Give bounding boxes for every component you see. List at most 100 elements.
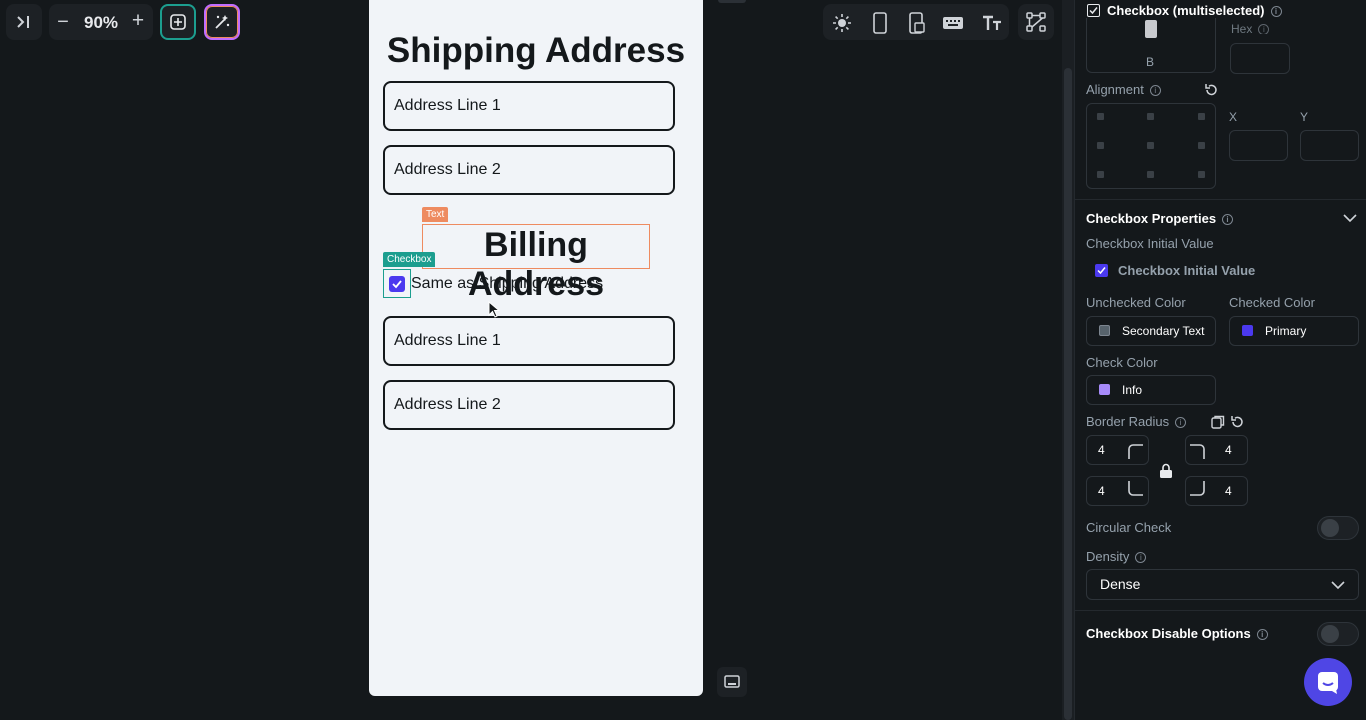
position-lock-icon[interactable]: [1145, 20, 1157, 38]
check-icon: [1097, 267, 1106, 275]
circular-check-toggle[interactable]: [1317, 516, 1359, 540]
checkbox-type-icon: [1087, 4, 1100, 17]
align-x-input[interactable]: [1229, 130, 1288, 161]
magic-wand-icon: [215, 15, 230, 29]
widget-tree-button[interactable]: [1018, 4, 1054, 40]
align-dot[interactable]: [1198, 113, 1205, 120]
phone-canvas: Shipping Address Address Line 1 Address …: [369, 0, 703, 696]
reset-icon[interactable]: [1230, 415, 1244, 429]
check-color-value: Info: [1122, 383, 1143, 397]
collapse-panel-button[interactable]: [6, 4, 42, 40]
text-scale-button[interactable]: [981, 12, 1003, 34]
chat-support-button[interactable]: [1304, 658, 1352, 706]
alignment-label-text: Alignment: [1086, 82, 1144, 97]
y-label: Y: [1300, 110, 1309, 124]
section-divider: [1074, 199, 1366, 200]
sun-icon: [833, 14, 851, 32]
align-dot[interactable]: [1097, 142, 1104, 149]
unchecked-color-swatch: [1099, 325, 1110, 336]
checkbox-properties-title[interactable]: Checkbox Properties i: [1086, 211, 1234, 226]
unchecked-color-label: Unchecked Color: [1086, 295, 1186, 310]
radius-bottom-left-value: 4: [1098, 484, 1105, 498]
radius-bottom-right-value: 4: [1225, 484, 1232, 498]
ai-gen-button[interactable]: [204, 4, 240, 40]
initial-value-label: Checkbox Initial Value: [1086, 236, 1214, 251]
shipping-line2-field[interactable]: Address Line 2: [383, 145, 675, 195]
billing-line1-field[interactable]: Address Line 1: [383, 316, 675, 366]
radius-top-right-value: 4: [1225, 443, 1232, 457]
align-dot[interactable]: [1097, 113, 1104, 120]
panel-header-title: Checkbox (multiselected) i: [1107, 3, 1282, 18]
align-dot[interactable]: [1147, 171, 1154, 178]
zoom-in-button[interactable]: +: [129, 9, 147, 32]
keyboard-toggle-button[interactable]: [941, 12, 965, 34]
phone-preview-button[interactable]: [869, 12, 891, 34]
canvas-bottom-button[interactable]: [717, 667, 747, 697]
add-widget-button[interactable]: [160, 4, 196, 40]
shipping-line1-field[interactable]: Address Line 1: [383, 81, 675, 131]
zoom-controls: − 90% +: [49, 4, 153, 40]
align-dot[interactable]: [1198, 171, 1205, 178]
align-dot[interactable]: [1198, 142, 1205, 149]
info-icon[interactable]: i: [1270, 6, 1282, 18]
device-toolbar: [823, 4, 1009, 40]
panel-scrollbar-thumb[interactable]: [1064, 68, 1072, 720]
same-as-shipping-checkbox[interactable]: [389, 276, 405, 292]
density-label: Density i: [1086, 549, 1147, 564]
info-icon[interactable]: i: [1135, 552, 1147, 564]
zoom-out-button[interactable]: −: [55, 11, 71, 33]
initial-value-checkbox[interactable]: [1095, 264, 1108, 277]
checked-color-swatch: [1242, 325, 1253, 336]
add-widget-icon: [170, 14, 186, 30]
hex-label-text: Hex: [1231, 22, 1253, 34]
zoom-level[interactable]: 90%: [84, 13, 118, 33]
reset-icon[interactable]: [1204, 83, 1218, 97]
shipping-title[interactable]: Shipping Address: [369, 31, 703, 71]
align-dot[interactable]: [1147, 142, 1154, 149]
checkbox-properties-text: Checkbox Properties: [1086, 211, 1217, 226]
corner-top-right-icon: [1190, 444, 1205, 459]
check-color-label: Check Color: [1086, 355, 1158, 370]
border-radius-text: Border Radius: [1086, 414, 1170, 429]
mouse-cursor-icon: [488, 301, 500, 318]
info-icon[interactable]: i: [1256, 629, 1268, 641]
border-radius-label: Border Radius i: [1086, 414, 1187, 429]
disable-options-toggle[interactable]: [1317, 622, 1359, 646]
tree-icon: [1018, 4, 1054, 40]
info-icon[interactable]: i: [1222, 214, 1234, 226]
copy-icon[interactable]: [1211, 415, 1225, 429]
corner-top-left-icon: [1128, 444, 1143, 459]
phone-icon: [873, 12, 887, 34]
canvas-handle: [718, 0, 746, 3]
chevron-down-icon: [1331, 581, 1345, 590]
panel-header-text: Checkbox (multiselected): [1107, 3, 1265, 18]
check-icon: [392, 280, 402, 289]
align-y-input[interactable]: [1300, 130, 1359, 161]
alignment-label: Alignment i: [1086, 82, 1161, 97]
density-value: Dense: [1100, 576, 1141, 592]
checked-color-label: Checked Color: [1229, 295, 1315, 310]
tablet-preview-button[interactable]: [906, 12, 928, 34]
laptop-icon: [724, 675, 740, 688]
text-size-icon: [983, 15, 1001, 30]
lock-icon[interactable]: [1159, 463, 1173, 479]
info-icon[interactable]: i: [1149, 85, 1161, 97]
billing-line2-field[interactable]: Address Line 2: [383, 380, 675, 430]
panel-collapse-icon: [6, 4, 42, 40]
light-mode-button[interactable]: [831, 12, 853, 34]
device-rotate-icon: [909, 12, 925, 34]
align-dot[interactable]: [1147, 113, 1154, 120]
info-icon[interactable]: i: [1258, 24, 1270, 34]
info-icon[interactable]: i: [1175, 417, 1187, 429]
hex-label: Hex i: [1231, 22, 1270, 34]
hex-input[interactable]: [1230, 43, 1290, 74]
chevron-down-icon[interactable]: [1343, 213, 1357, 223]
position-b-label: B: [1146, 55, 1155, 69]
disable-options-title[interactable]: Checkbox Disable Options i: [1086, 626, 1268, 641]
corner-bottom-right-icon: [1190, 481, 1205, 496]
checkbox-label[interactable]: Same as Shipping Address: [411, 275, 603, 293]
radius-top-left-value: 4: [1098, 443, 1105, 457]
disable-options-text: Checkbox Disable Options: [1086, 626, 1251, 641]
align-dot[interactable]: [1097, 171, 1104, 178]
keyboard-icon: [943, 17, 963, 29]
